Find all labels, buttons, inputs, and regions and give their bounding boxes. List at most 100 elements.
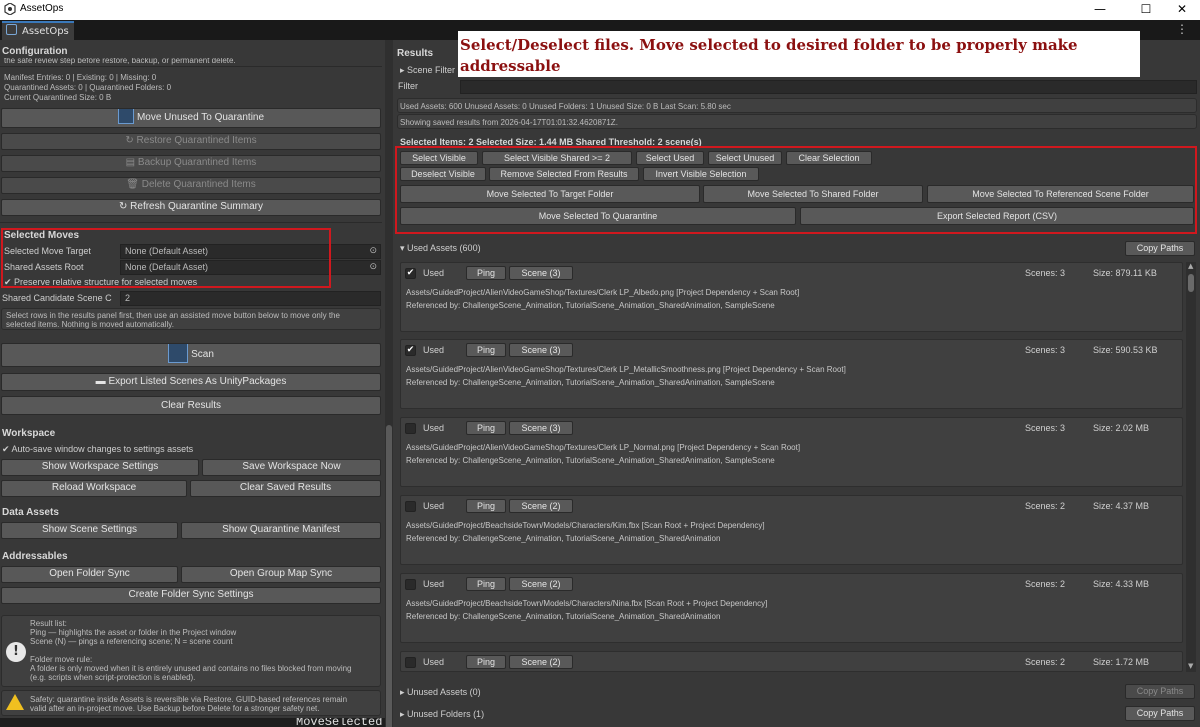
row-status: Used <box>423 657 445 667</box>
ping-button[interactable]: Ping <box>466 266 506 280</box>
warning-icon <box>6 694 24 710</box>
scene-button[interactable]: Scene (2) <box>509 499 573 513</box>
show-scene-settings-button[interactable]: Show Scene Settings <box>1 522 178 539</box>
object-picker-icon[interactable]: ⊙ <box>369 245 377 256</box>
row-size: Size: 4.37 MB <box>1093 501 1150 511</box>
scene-button[interactable]: Scene (3) <box>509 421 573 435</box>
scroll-down-icon[interactable]: ▼ <box>1188 662 1194 670</box>
row-references: Referenced by: ChallengeScene_Animation,… <box>406 378 775 387</box>
row-references: Referenced by: ChallengeScene_Animation,… <box>406 456 775 465</box>
highlight-box-left <box>1 228 331 288</box>
scene-button[interactable]: Scene (2) <box>509 655 573 669</box>
more-options-icon[interactable]: ⋮ <box>1176 22 1188 36</box>
window-title: AssetOps <box>20 3 64 14</box>
restore-icon: ↻ <box>125 135 137 146</box>
row-path: Assets/GuidedProject/BeachsideTown/Model… <box>406 599 768 608</box>
results-scrollbar[interactable]: ▲ ▼ <box>1186 262 1196 672</box>
shared-candidate-label: Shared Candidate Scene C <box>2 293 112 303</box>
quarantine-stats: Quarantined Assets: 0 | Quarantined Fold… <box>4 83 172 92</box>
scene-filter-foldout[interactable]: ▸ Scene Filter <box>400 65 455 76</box>
info-icon: ! <box>6 642 26 662</box>
scan-button[interactable]: Scan <box>1 343 381 367</box>
copy-paths-folders-button[interactable]: Copy Paths <box>1125 706 1195 721</box>
scene-button[interactable]: Scene (2) <box>509 577 573 591</box>
row-size: Size: 879.11 KB <box>1093 268 1157 278</box>
copy-paths-unused-button[interactable]: Copy Paths <box>1125 684 1195 699</box>
row-status: Used <box>423 423 445 433</box>
clear-saved-results-button[interactable]: Clear Saved Results <box>190 480 381 497</box>
row-checkbox[interactable]: ✔ <box>405 268 416 279</box>
open-group-map-sync-button[interactable]: Open Group Map Sync <box>181 566 381 583</box>
reload-workspace-button[interactable]: Reload Workspace <box>1 480 187 497</box>
show-workspace-settings-button[interactable]: Show Workspace Settings <box>1 459 199 476</box>
move-unused-button[interactable]: Move Unused To Quarantine <box>1 108 381 128</box>
backup-quarantined-button[interactable]: ▤ Backup Quarantined Items <box>1 155 381 172</box>
scan-icon <box>168 344 189 364</box>
delete-quarantined-button[interactable]: 🗑 Delete Quarantined Items <box>1 177 381 194</box>
used-assets-foldout[interactable]: ▾ Used Assets (600) <box>400 243 481 254</box>
ping-button[interactable]: Ping <box>466 499 506 513</box>
object-picker-icon[interactable]: ⊙ <box>369 261 377 272</box>
window-tab-icon <box>6 24 17 35</box>
results-header: Results <box>397 48 434 59</box>
scene-button[interactable]: Scene (3) <box>509 343 573 357</box>
row-checkbox[interactable] <box>405 423 416 434</box>
asset-row[interactable]: Used Ping Scene (2) Scenes: 2 Size: 1.72 MB <box>400 651 1183 672</box>
maximize-button[interactable]: ☐ <box>1126 0 1166 20</box>
autosave-checkbox[interactable]: ✔ Auto-save window changes to settings a… <box>2 444 193 455</box>
ping-button[interactable]: Ping <box>466 577 506 591</box>
left-scrollbar-thumb[interactable] <box>386 425 392 727</box>
row-status: Used <box>423 268 445 278</box>
close-button[interactable]: ✕ <box>1162 0 1200 20</box>
row-checkbox[interactable] <box>405 657 416 668</box>
saved-results-box: Showing saved results from 2026-04-17T01… <box>397 114 1197 129</box>
row-scene-count: Scenes: 3 <box>1025 423 1066 433</box>
copy-paths-button[interactable]: Copy Paths <box>1125 241 1195 256</box>
restore-quarantined-button[interactable]: ↻ Restore Quarantined Items <box>1 133 381 150</box>
unused-assets-foldout[interactable]: ▸ Unused Assets (0) <box>400 687 481 698</box>
asset-row[interactable]: ✔ Used Ping Scene (3) Scenes: 3 Size: 590.53 … <box>400 339 1183 409</box>
row-scene-count: Scenes: 2 <box>1025 501 1066 511</box>
show-quarantine-manifest-button[interactable]: Show Quarantine Manifest <box>181 522 381 539</box>
shared-candidate-field[interactable]: 2 <box>120 291 381 306</box>
code-snippet: MoveSelectedToQuarantine(); <box>0 718 385 727</box>
row-checkbox[interactable] <box>405 501 416 512</box>
row-checkbox[interactable]: ✔ <box>405 345 416 356</box>
title-bar: AssetOps — ☐ ✕ <box>0 0 1200 20</box>
export-scenes-button[interactable]: ▬ Export Listed Scenes As UnityPackages <box>1 373 381 391</box>
refresh-icon: ↻ <box>118 201 131 212</box>
create-folder-sync-button[interactable]: Create Folder Sync Settings <box>1 587 381 604</box>
addressables-header: Addressables <box>2 551 68 562</box>
clipped-help-text: the safe review step before restore, bac… <box>4 58 236 65</box>
row-scene-count: Scenes: 2 <box>1025 579 1066 589</box>
ping-button[interactable]: Ping <box>466 343 506 357</box>
unused-folders-foldout[interactable]: ▸ Unused Folders (1) <box>400 709 484 720</box>
quarantine-size: Current Quarantined Size: 0 B <box>4 93 112 102</box>
asset-row[interactable]: Used Ping Scene (2) Scenes: 2 Size: 4.37 MB A… <box>400 495 1183 565</box>
filter-label: Filter <box>398 81 418 91</box>
asset-row[interactable]: ✔ Used Ping Scene (3) Scenes: 3 Size: 879.11 … <box>400 262 1183 332</box>
row-size: Size: 1.72 MB <box>1093 657 1150 667</box>
workspace-header: Workspace <box>2 428 56 439</box>
filter-input[interactable] <box>460 80 1197 94</box>
save-workspace-button[interactable]: Save Workspace Now <box>202 459 381 476</box>
row-checkbox[interactable] <box>405 579 416 590</box>
refresh-quarantine-button[interactable]: ↻ Refresh Quarantine Summary <box>1 199 381 216</box>
open-folder-sync-button[interactable]: Open Folder Sync <box>1 566 178 583</box>
summary-box: Used Assets: 600 Unused Assets: 0 Unused… <box>397 98 1197 113</box>
asset-row[interactable]: Used Ping Scene (3) Scenes: 3 Size: 2.02 MB A… <box>400 417 1183 487</box>
info-box: ! Result list: Ping — highlights the ass… <box>1 615 381 687</box>
asset-row[interactable]: Used Ping Scene (2) Scenes: 2 Size: 4.33 MB A… <box>400 573 1183 643</box>
results-scrollbar-thumb[interactable] <box>1188 274 1194 292</box>
scroll-up-icon[interactable]: ▲ <box>1188 262 1194 270</box>
clear-results-button[interactable]: Clear Results <box>1 396 381 415</box>
data-assets-header: Data Assets <box>2 507 59 518</box>
annotation-banner: Select/Deselect files. Move selected to … <box>458 31 1140 77</box>
left-panel-scrollbar[interactable] <box>385 40 393 727</box>
row-status: Used <box>423 501 445 511</box>
scene-button[interactable]: Scene (3) <box>509 266 573 280</box>
minimize-button[interactable]: — <box>1080 0 1120 20</box>
ping-button[interactable]: Ping <box>466 655 506 669</box>
row-path: Assets/GuidedProject/AlienVideoGameShop/… <box>406 288 800 297</box>
ping-button[interactable]: Ping <box>466 421 506 435</box>
